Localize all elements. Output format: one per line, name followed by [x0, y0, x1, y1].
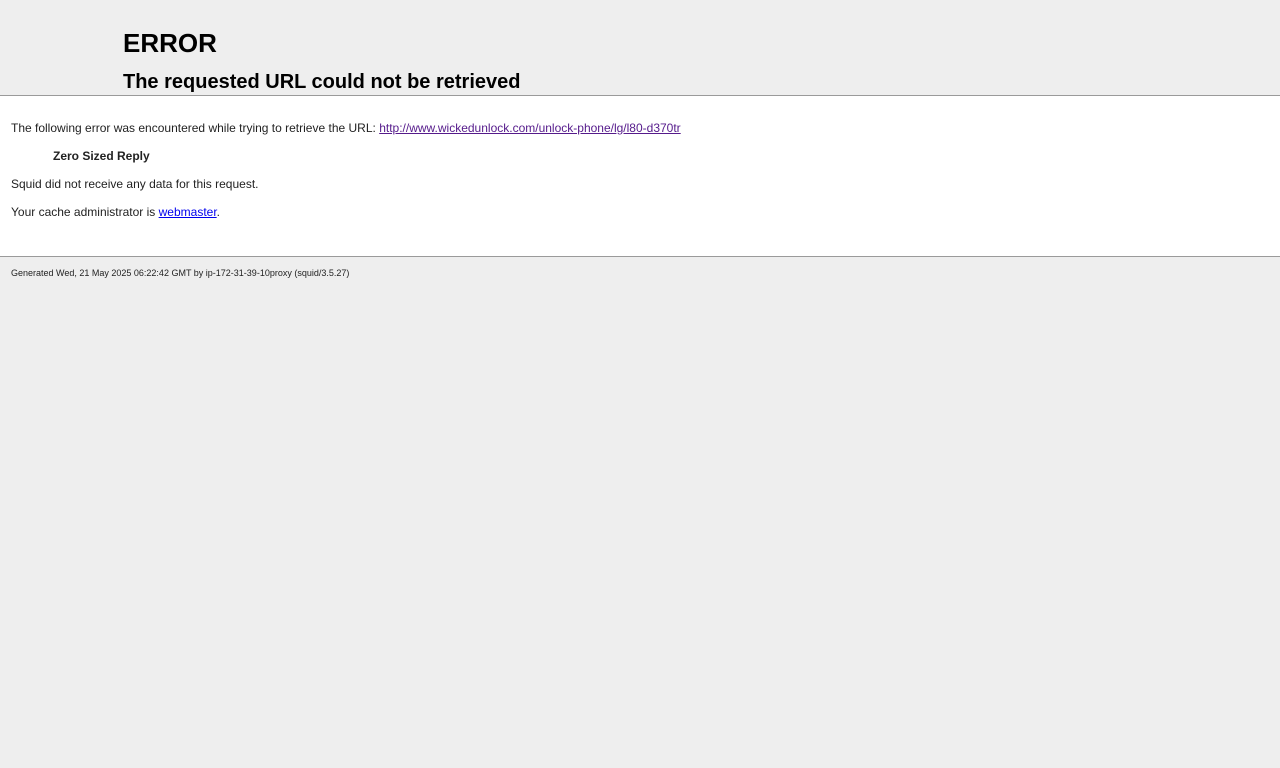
error-description: Squid did not receive any data for this …	[11, 177, 259, 191]
admin-prefix: Your cache administrator is	[11, 205, 159, 219]
generated-text: Generated Wed, 21 May 2025 06:22:42 GMT …	[11, 268, 350, 278]
footer: Generated Wed, 21 May 2025 06:22:42 GMT …	[0, 257, 1280, 279]
admin-line: Your cache administrator is webmaster.	[11, 204, 1269, 220]
error-subtitle: The requested URL could not be retrieved	[123, 71, 521, 93]
error-title: ERROR	[123, 28, 217, 58]
error-reason: Zero Sized Reply	[53, 149, 150, 163]
error-url-line: The following error was encountered whil…	[11, 120, 1269, 136]
intro-text: The following error was encountered whil…	[11, 121, 380, 135]
requested-url-link[interactable]: http://www.wickedunlock.com/unlock-phone…	[379, 121, 681, 135]
admin-suffix: .	[216, 205, 221, 219]
error-content: The following error was encountered whil…	[0, 96, 1280, 257]
error-header: ERROR The requested URL could not be ret…	[0, 0, 1280, 96]
webmaster-link[interactable]: webmaster	[159, 205, 217, 219]
